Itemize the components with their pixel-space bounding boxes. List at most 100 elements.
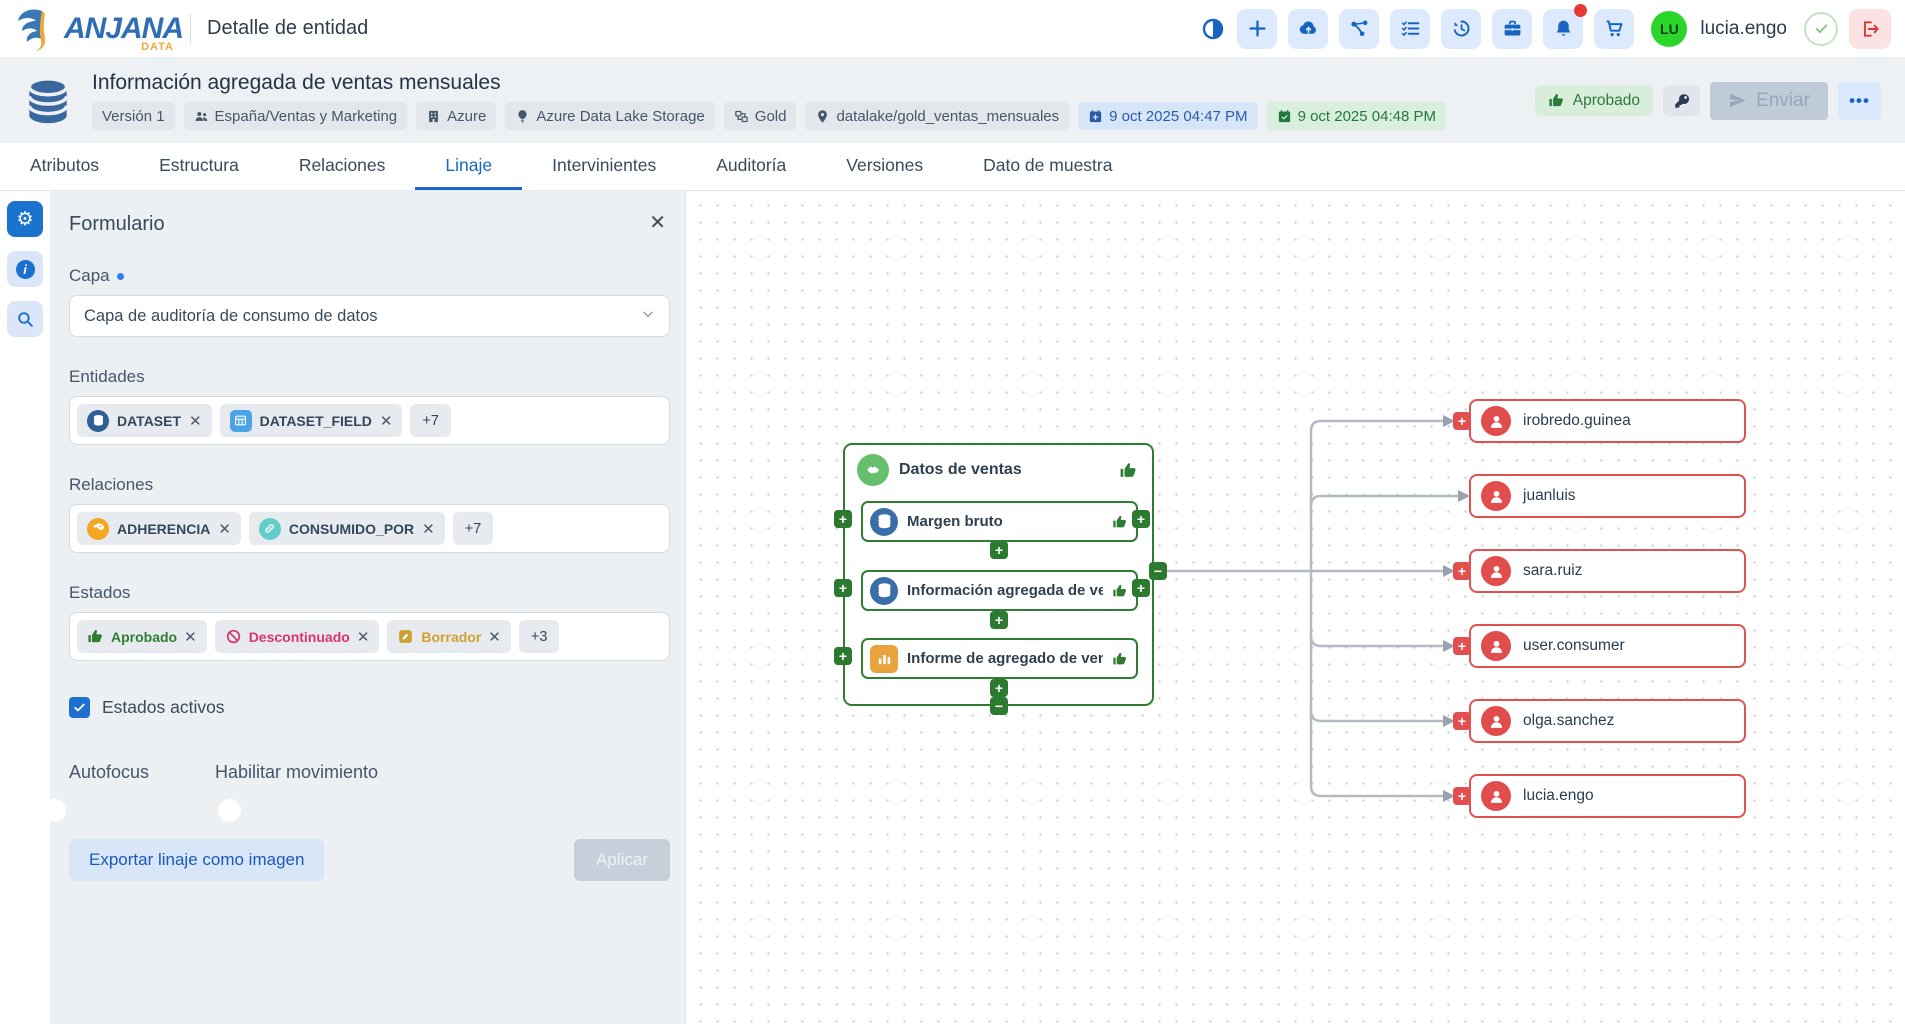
user-avatar[interactable]: LU	[1651, 11, 1687, 47]
cloud-upload-button[interactable]	[1288, 9, 1328, 49]
chip-adherencia[interactable]: ADHERENCIA✕	[77, 512, 241, 545]
expand-plus-button[interactable]: +	[1132, 579, 1150, 597]
send-button[interactable]: Enviar	[1710, 82, 1828, 120]
briefcase-button[interactable]	[1492, 9, 1532, 49]
entity-badges: Versión 1España/Ventas y MarketingAzureA…	[92, 102, 1446, 130]
expand-plus-button[interactable]: +	[834, 510, 852, 528]
key-icon	[87, 518, 109, 540]
anjana-logo[interactable]: ANJANA DATA	[10, 5, 176, 53]
expand-plus-button[interactable]: +	[990, 679, 1008, 697]
expand-plus-button[interactable]: +	[1453, 787, 1471, 805]
tab-relaciones[interactable]: Relaciones	[269, 143, 416, 190]
thumbs-up-icon	[1112, 514, 1128, 530]
user-node-lucia.engo[interactable]: lucia.engo	[1469, 774, 1746, 818]
thumbs-up-icon	[1119, 461, 1138, 480]
collapse-minus-button[interactable]: −	[1149, 562, 1167, 580]
user-node-olga.sanchez[interactable]: olga.sanchez	[1469, 699, 1746, 743]
database-icon	[870, 577, 898, 605]
chip-dataset_field[interactable]: DATASET_FIELD✕	[220, 404, 403, 437]
table-icon	[230, 410, 252, 432]
chip-dataset[interactable]: DATASET✕	[77, 404, 212, 437]
user-node-juanluis[interactable]: juanluis	[1469, 474, 1746, 518]
apply-button[interactable]: Aplicar	[574, 839, 670, 881]
remove-chip-icon[interactable]: ✕	[422, 520, 435, 538]
expand-plus-button[interactable]: +	[1453, 562, 1471, 580]
entity-tabs: AtributosEstructuraRelacionesLinajeInter…	[0, 143, 1905, 191]
info-button[interactable]: i	[7, 251, 43, 287]
navbar-actions: LU lucia.engo	[1200, 9, 1891, 49]
expand-plus-button[interactable]: +	[834, 579, 852, 597]
more-count-chip[interactable]: +7	[410, 404, 451, 437]
lineage-node[interactable]: Información agregada de vent..	[861, 570, 1138, 611]
expand-plus-button[interactable]: +	[1453, 412, 1471, 430]
capa-label: Capa	[69, 266, 110, 286]
add-button[interactable]	[1237, 9, 1277, 49]
checklist-button[interactable]	[1390, 9, 1430, 49]
user-node-irobredo.guinea[interactable]: irobredo.guinea	[1469, 399, 1746, 443]
more-count-chip[interactable]: +7	[453, 512, 494, 545]
history-button[interactable]	[1441, 9, 1481, 49]
expand-plus-button[interactable]: +	[834, 647, 852, 665]
user-node-user.consumer[interactable]: user.consumer	[1469, 624, 1746, 668]
user-icon	[1481, 556, 1511, 586]
form-settings-button[interactable]: ⚙	[7, 201, 43, 237]
key-button[interactable]	[1663, 85, 1700, 116]
collapse-minus-button[interactable]: −	[990, 697, 1008, 715]
database-icon	[870, 508, 898, 536]
more-actions-button[interactable]: •••	[1838, 82, 1881, 120]
estados-multiselect[interactable]: Aprobado✕Descontinuado✕Borrador✕ +3	[69, 612, 670, 661]
estados-activos-label: Estados activos	[102, 697, 225, 718]
database-icon	[87, 410, 109, 432]
remove-chip-icon[interactable]: ✕	[357, 628, 370, 646]
expand-plus-button[interactable]: +	[990, 541, 1008, 559]
relaciones-multiselect[interactable]: ADHERENCIA✕CONSUMIDO_POR✕+7	[69, 504, 670, 553]
user-node-sara.ruiz[interactable]: sara.ruiz	[1469, 549, 1746, 593]
lineage-group-datos-de-ventas[interactable]: Datos de ventas Margen bruto Información …	[843, 443, 1154, 706]
tab-atributos[interactable]: Atributos	[0, 143, 129, 190]
lineage-button[interactable]	[1339, 9, 1379, 49]
more-count-chip[interactable]: +3	[519, 620, 560, 653]
entidades-multiselect[interactable]: DATASET✕DATASET_FIELD✕+7	[69, 396, 670, 445]
remove-chip-icon[interactable]: ✕	[184, 628, 197, 646]
entity-badge: Versión 1	[92, 102, 175, 130]
lineage-canvas[interactable]: Datos de ventas Margen bruto Información …	[685, 191, 1905, 1024]
tab-versiones[interactable]: Versiones	[816, 143, 953, 190]
group-title: Datos de ventas	[899, 461, 1022, 479]
close-form-icon[interactable]: ✕	[645, 213, 670, 233]
tab-linaje[interactable]: Linaje	[415, 143, 522, 190]
divider	[190, 14, 191, 44]
cart-button[interactable]	[1594, 9, 1634, 49]
export-lineage-button[interactable]: Exportar linaje como imagen	[69, 839, 324, 881]
lineage-node[interactable]: Margen bruto	[861, 501, 1138, 542]
logout-button[interactable]	[1849, 9, 1891, 49]
remove-chip-icon[interactable]: ✕	[488, 628, 501, 646]
tab-intervinientes[interactable]: Intervinientes	[522, 143, 686, 190]
chevron-down-icon	[641, 307, 655, 326]
expand-plus-button[interactable]: +	[1132, 510, 1150, 528]
logo-subtext: DATA	[141, 41, 174, 53]
contrast-icon[interactable]	[1200, 16, 1226, 42]
tab-auditor-a[interactable]: Auditoría	[686, 143, 816, 190]
left-icon-rail: ⚙ i	[0, 191, 50, 1024]
entity-title: Información agregada de ventas mensuales	[92, 71, 1446, 95]
remove-chip-icon[interactable]: ✕	[218, 520, 231, 538]
remove-chip-icon[interactable]: ✕	[380, 412, 393, 430]
notifications-button[interactable]	[1543, 9, 1583, 49]
capa-select[interactable]: Capa de auditoría de consumo de datos	[69, 295, 670, 337]
prohibited-icon	[225, 628, 242, 645]
expand-plus-button[interactable]: +	[1453, 637, 1471, 655]
relaciones-label: Relaciones	[69, 475, 670, 495]
estados-activos-checkbox[interactable]	[69, 697, 90, 718]
chip-borrador[interactable]: Borrador✕	[387, 620, 510, 653]
entity-badge: Azure	[416, 102, 496, 130]
expand-plus-button[interactable]: +	[990, 611, 1008, 629]
expand-plus-button[interactable]: +	[1453, 712, 1471, 730]
tab-dato-de-muestra[interactable]: Dato de muestra	[953, 143, 1142, 190]
lineage-node[interactable]: Informe de agregado de vent..	[861, 638, 1138, 679]
chip-descontinuado[interactable]: Descontinuado✕	[215, 620, 380, 653]
chip-consumido_por[interactable]: CONSUMIDO_POR✕	[249, 512, 445, 545]
search-button[interactable]	[7, 301, 43, 337]
remove-chip-icon[interactable]: ✕	[189, 412, 202, 430]
tab-estructura[interactable]: Estructura	[129, 143, 269, 190]
chip-aprobado[interactable]: Aprobado✕	[77, 620, 207, 653]
